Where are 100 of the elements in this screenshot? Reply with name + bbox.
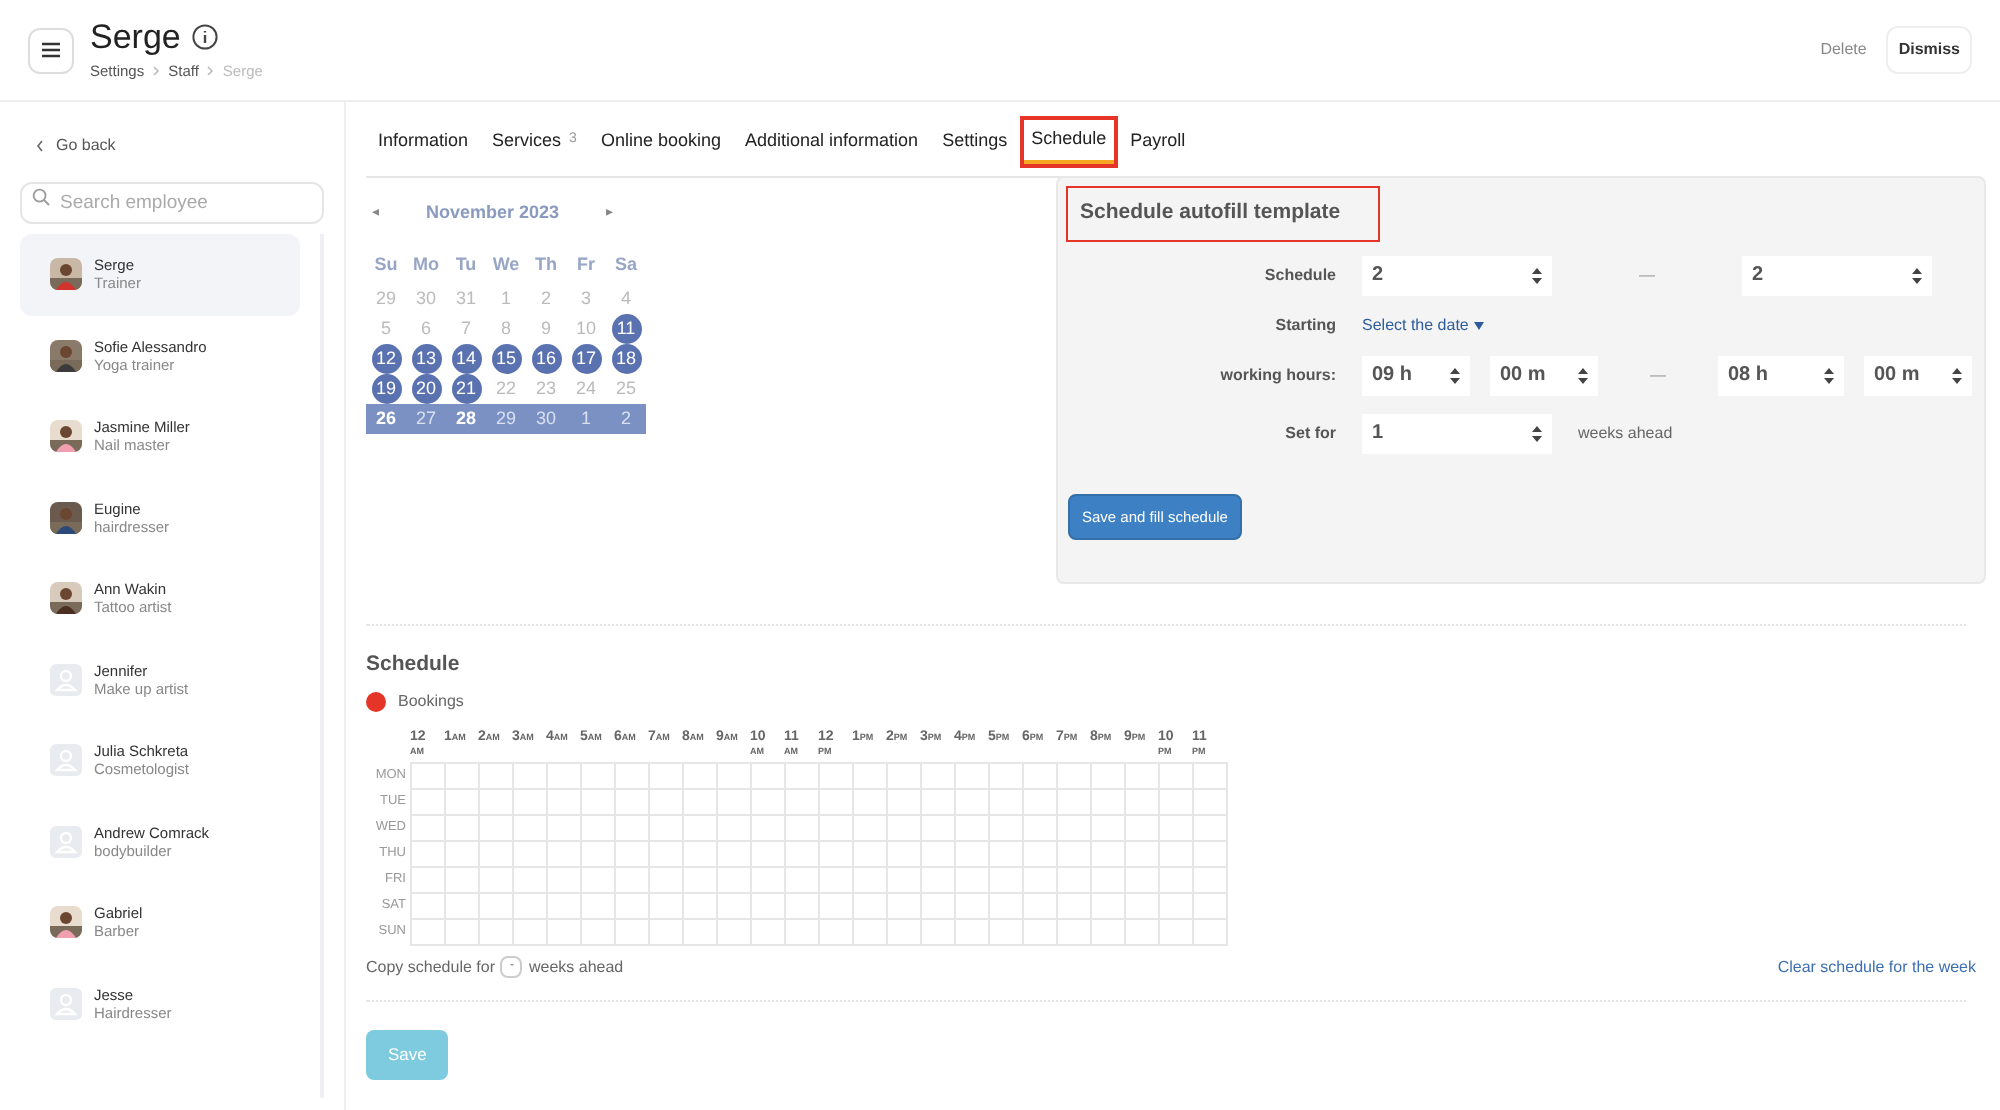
tab[interactable]: Online booking — [592, 119, 729, 163]
schedule-cell[interactable] — [990, 763, 1024, 790]
schedule-cell[interactable] — [922, 815, 956, 842]
schedule-cell[interactable] — [582, 789, 616, 816]
schedule-cell[interactable] — [786, 841, 820, 868]
schedule-cell[interactable] — [480, 893, 514, 920]
calendar-day[interactable]: 17 — [571, 344, 601, 374]
delete-button[interactable]: Delete — [1820, 38, 1867, 62]
schedule-cell[interactable] — [582, 919, 616, 946]
schedule-cell[interactable] — [888, 841, 922, 868]
schedule-cell[interactable] — [1024, 893, 1058, 920]
schedule-cell[interactable] — [1194, 893, 1228, 920]
schedule-cell[interactable] — [922, 867, 956, 894]
schedule-cell[interactable] — [684, 815, 718, 842]
schedule-cell[interactable] — [1160, 841, 1194, 868]
calendar-week-row[interactable]: 26 27 28 29 30 1 2 — [366, 404, 646, 434]
schedule-cell[interactable] — [990, 919, 1024, 946]
select-field[interactable]: 2 — [1742, 255, 1932, 296]
schedule-cell[interactable] — [1194, 763, 1228, 790]
schedule-cell[interactable] — [582, 893, 616, 920]
schedule-cell[interactable] — [616, 893, 650, 920]
schedule-cell[interactable] — [480, 919, 514, 946]
tab[interactable]: Schedule — [1023, 119, 1115, 163]
schedule-cell[interactable] — [650, 763, 684, 790]
schedule-cell[interactable] — [684, 789, 718, 816]
schedule-cell[interactable] — [786, 867, 820, 894]
schedule-cell[interactable] — [1092, 763, 1126, 790]
calendar-week-row[interactable]: 12 13 14 15 16 17 18 — [366, 344, 646, 374]
schedule-cell[interactable] — [1058, 841, 1092, 868]
schedule-cell[interactable] — [888, 789, 922, 816]
schedule-cell[interactable] — [582, 867, 616, 894]
calendar-day[interactable]: 1 — [571, 404, 601, 434]
schedule-cell[interactable] — [990, 815, 1024, 842]
schedule-cell[interactable] — [616, 919, 650, 946]
schedule-cell[interactable] — [1194, 867, 1228, 894]
schedule-cell[interactable] — [786, 815, 820, 842]
calendar-day[interactable]: 28 — [451, 404, 481, 434]
calendar-day[interactable]: 30 — [531, 404, 561, 434]
schedule-cell[interactable] — [684, 763, 718, 790]
calendar-day[interactable]: 19 — [371, 374, 401, 404]
search-field[interactable]: Search employee — [20, 182, 324, 224]
schedule-cell[interactable] — [684, 867, 718, 894]
schedule-cell[interactable] — [514, 893, 548, 920]
schedule-cell[interactable] — [990, 841, 1024, 868]
schedule-cell[interactable] — [412, 815, 446, 842]
schedule-cell[interactable] — [752, 789, 786, 816]
schedule-cell[interactable] — [752, 815, 786, 842]
schedule-cell[interactable] — [1058, 789, 1092, 816]
schedule-cell[interactable] — [1160, 893, 1194, 920]
schedule-cell[interactable] — [752, 919, 786, 946]
schedule-cell[interactable] — [1160, 789, 1194, 816]
schedule-cell[interactable] — [514, 763, 548, 790]
schedule-cell[interactable] — [446, 789, 480, 816]
schedule-cell[interactable] — [1160, 815, 1194, 842]
select-field[interactable]: 00 m — [1490, 355, 1598, 396]
schedule-cell[interactable] — [820, 789, 854, 816]
schedule-cell[interactable] — [1160, 763, 1194, 790]
schedule-cell[interactable] — [786, 763, 820, 790]
calendar-day[interactable]: 12 — [371, 344, 401, 374]
schedule-cell[interactable] — [820, 867, 854, 894]
schedule-cell[interactable] — [548, 893, 582, 920]
schedule-cell[interactable] — [1024, 763, 1058, 790]
schedule-cell[interactable] — [582, 815, 616, 842]
schedule-cell[interactable] — [514, 789, 548, 816]
schedule-cell[interactable] — [922, 789, 956, 816]
schedule-cell[interactable] — [752, 763, 786, 790]
calendar-day[interactable]: 2 — [611, 404, 641, 434]
schedule-cell[interactable] — [514, 815, 548, 842]
schedule-cell[interactable] — [480, 815, 514, 842]
schedule-cell[interactable] — [956, 841, 990, 868]
schedule-cell[interactable] — [446, 841, 480, 868]
menu-button[interactable] — [28, 27, 74, 73]
schedule-cell[interactable] — [752, 841, 786, 868]
schedule-cell[interactable] — [1126, 919, 1160, 946]
schedule-cell[interactable] — [854, 815, 888, 842]
schedule-cell[interactable] — [412, 763, 446, 790]
schedule-cell[interactable] — [446, 919, 480, 946]
schedule-cell[interactable] — [514, 919, 548, 946]
schedule-cell[interactable] — [684, 919, 718, 946]
schedule-cell[interactable] — [956, 893, 990, 920]
schedule-cell[interactable] — [820, 763, 854, 790]
schedule-cell[interactable] — [582, 841, 616, 868]
select-field[interactable]: 09 h — [1362, 355, 1470, 396]
schedule-cell[interactable] — [752, 867, 786, 894]
schedule-cell[interactable] — [1024, 919, 1058, 946]
schedule-cell[interactable] — [718, 763, 752, 790]
schedule-cell[interactable] — [718, 789, 752, 816]
schedule-cell[interactable] — [684, 841, 718, 868]
schedule-cell[interactable] — [412, 919, 446, 946]
tab[interactable]: Additional information — [737, 119, 927, 163]
schedule-cell[interactable] — [1024, 867, 1058, 894]
schedule-cell[interactable] — [1024, 841, 1058, 868]
schedule-cell[interactable] — [854, 789, 888, 816]
schedule-cell[interactable] — [956, 815, 990, 842]
schedule-cell[interactable] — [718, 841, 752, 868]
schedule-cell[interactable] — [1058, 919, 1092, 946]
schedule-cell[interactable] — [854, 763, 888, 790]
schedule-cell[interactable] — [922, 841, 956, 868]
schedule-cell[interactable] — [786, 919, 820, 946]
schedule-cell[interactable] — [1194, 815, 1228, 842]
